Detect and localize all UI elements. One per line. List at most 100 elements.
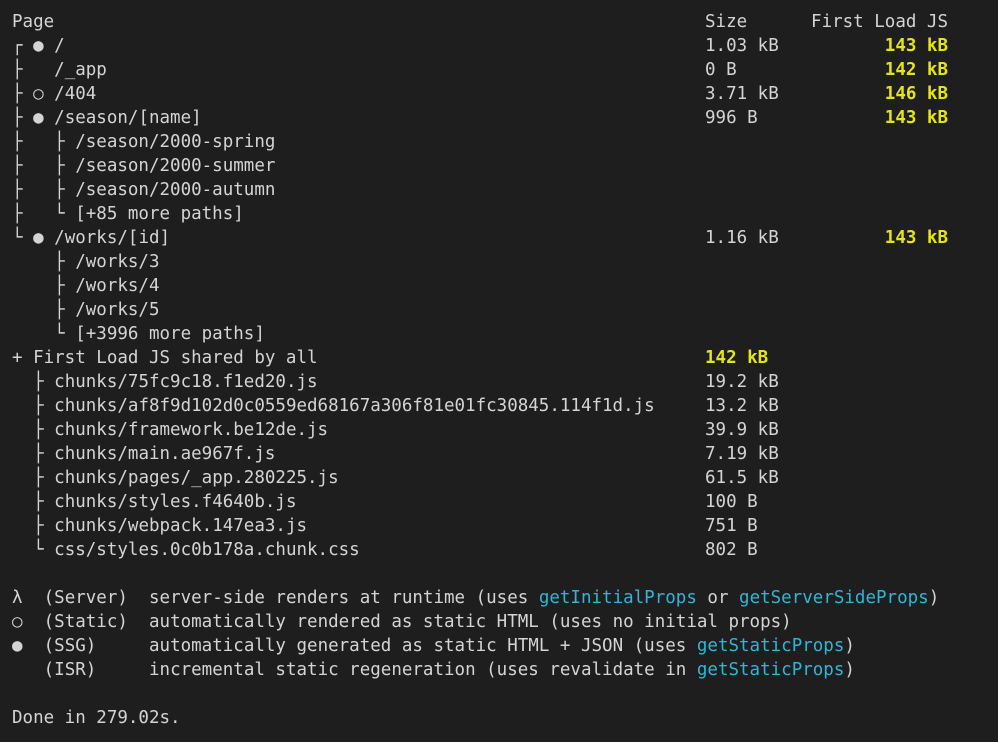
shared-size: 142 kB bbox=[705, 348, 769, 368]
legend-desc-end: ) bbox=[928, 588, 940, 608]
chunk-row: ├ chunks/af8f9d102d0c0559ed68167a306f81e… bbox=[12, 394, 655, 418]
chunk-row: ├ chunks/webpack.147ea3.js bbox=[12, 514, 307, 538]
route-path: /season/2000-autumn bbox=[75, 180, 276, 200]
chunk-size: 39.9 kB bbox=[705, 420, 779, 440]
route-path: [+3996 more paths] bbox=[75, 324, 265, 344]
route-row: └ [+3996 more paths] bbox=[12, 322, 265, 346]
tree-glyph: ├ bbox=[12, 300, 76, 320]
legend-desc: incremental static regeneration (uses re… bbox=[149, 660, 697, 680]
column-header-size: Size bbox=[705, 12, 748, 32]
tree-glyph: └ bbox=[12, 540, 55, 560]
route-first-load: 142 kB bbox=[884, 60, 948, 80]
route-row: ├ /works/3 bbox=[12, 250, 160, 274]
legend-row-static: ○ (Static) automatically rendered as sta… bbox=[12, 610, 792, 634]
chunk-name: chunks/framework.be12de.js bbox=[54, 420, 329, 440]
route-path: / bbox=[54, 36, 65, 56]
route-path: /works/3 bbox=[75, 252, 160, 272]
chunk-name: chunks/75fc9c18.f1ed20.js bbox=[54, 372, 318, 392]
column-header-first-load: First Load JS bbox=[811, 12, 948, 32]
legend-link: getServerSideProps bbox=[739, 588, 929, 608]
route-row: ├ ├ /season/2000-autumn bbox=[12, 178, 275, 202]
chunk-size: 13.2 kB bbox=[705, 396, 779, 416]
legend-mid: or bbox=[696, 588, 740, 608]
route-row: ├ ● /season/[name] bbox=[12, 106, 202, 130]
route-first-load: 143 kB bbox=[884, 36, 948, 56]
column-header-page: Page bbox=[12, 12, 55, 32]
route-size: 1.16 kB bbox=[705, 228, 779, 248]
route-row: ┌ ● / bbox=[12, 34, 65, 58]
legend-link: getStaticProps bbox=[696, 636, 845, 656]
chunk-name: css/styles.0c0b178a.chunk.css bbox=[54, 540, 360, 560]
chunk-size: 19.2 kB bbox=[705, 372, 779, 392]
route-first-load: 146 kB bbox=[884, 84, 948, 104]
tree-glyph: ├ bbox=[12, 516, 55, 536]
route-path: /_app bbox=[54, 60, 107, 80]
route-row: ├ ├ /season/2000-summer bbox=[12, 154, 275, 178]
route-path: /season/2000-summer bbox=[75, 156, 276, 176]
chunk-size: 61.5 kB bbox=[705, 468, 779, 488]
route-path: /works/5 bbox=[75, 300, 160, 320]
hollow-circle-icon: ○ bbox=[12, 612, 23, 632]
chunk-name: chunks/main.ae967f.js bbox=[54, 444, 276, 464]
tree-glyph: ├ bbox=[12, 468, 55, 488]
tree-glyph: ├ ├ bbox=[12, 180, 76, 200]
route-path: /works/[id] bbox=[54, 228, 171, 248]
terminal-output: Page Size First Load JS ┌ ● / 1.03 kB 14… bbox=[0, 0, 998, 742]
tree-glyph: ├ bbox=[12, 60, 55, 80]
chunk-row: ├ chunks/main.ae967f.js bbox=[12, 442, 275, 466]
tree-glyph: ├ ├ bbox=[12, 132, 76, 152]
tree-glyph: ├ bbox=[12, 276, 76, 296]
route-path: /season/[name] bbox=[54, 108, 202, 128]
chunk-row: ├ chunks/75fc9c18.f1ed20.js bbox=[12, 370, 318, 394]
route-row: ├ ├ /season/2000-spring bbox=[12, 130, 275, 154]
tree-glyph: ┌ ● bbox=[12, 36, 55, 56]
legend-kind: (Static) bbox=[43, 612, 128, 632]
route-row: ├ /works/4 bbox=[12, 274, 160, 298]
tree-glyph: ├ ○ bbox=[12, 84, 55, 104]
legend-kind: (ISR) bbox=[43, 660, 97, 680]
route-size: 0 B bbox=[705, 60, 737, 80]
chunk-row: ├ chunks/framework.be12de.js bbox=[12, 418, 328, 442]
chunk-row: ├ chunks/styles.f4640b.js bbox=[12, 490, 296, 514]
chunk-name: chunks/webpack.147ea3.js bbox=[54, 516, 308, 536]
legend-desc: server-side renders at runtime (uses bbox=[149, 588, 539, 608]
route-path: /season/2000-spring bbox=[75, 132, 276, 152]
chunk-name: chunks/styles.f4640b.js bbox=[54, 492, 297, 512]
legend-desc-end: ) bbox=[844, 636, 855, 656]
chunk-row: ├ chunks/pages/_app.280225.js bbox=[12, 466, 339, 490]
route-first-load: 143 kB bbox=[884, 108, 948, 128]
route-path: /404 bbox=[54, 84, 97, 104]
route-row: ├ /works/5 bbox=[12, 298, 160, 322]
legend-row-isr: (ISR) incremental static regeneration (u… bbox=[12, 658, 855, 682]
tree-glyph: └ ● bbox=[12, 228, 55, 248]
chunk-size: 802 B bbox=[705, 540, 758, 560]
tree-glyph: ├ ● bbox=[12, 108, 55, 128]
chunk-size: 751 B bbox=[705, 516, 758, 536]
tree-glyph: ├ bbox=[12, 252, 76, 272]
legend-link: getInitialProps bbox=[538, 588, 697, 608]
route-path: [+85 more paths] bbox=[75, 204, 244, 224]
tree-glyph: ├ bbox=[12, 420, 55, 440]
legend-desc-end: ) bbox=[844, 660, 855, 680]
chunk-row: └ css/styles.0c0b178a.chunk.css bbox=[12, 538, 360, 562]
route-path: /works/4 bbox=[75, 276, 160, 296]
route-first-load: 143 kB bbox=[884, 228, 948, 248]
legend-row-server: λ (Server) server-side renders at runtim… bbox=[12, 586, 939, 610]
legend-link: getStaticProps bbox=[696, 660, 845, 680]
chunk-size: 7.19 kB bbox=[705, 444, 779, 464]
route-row: ├ ○ /404 bbox=[12, 82, 96, 106]
tree-glyph: ├ bbox=[12, 372, 55, 392]
legend-kind: (SSG) bbox=[43, 636, 97, 656]
done-message: Done in 279.02s. bbox=[12, 708, 181, 728]
chunk-name: chunks/af8f9d102d0c0559ed68167a306f81e01… bbox=[54, 396, 655, 416]
tree-glyph: ├ └ bbox=[12, 204, 76, 224]
lambda-icon: λ bbox=[12, 588, 23, 608]
legend-kind: (Server) bbox=[43, 588, 128, 608]
chunk-size: 100 B bbox=[705, 492, 758, 512]
route-size: 996 B bbox=[705, 108, 758, 128]
route-row: └ ● /works/[id] bbox=[12, 226, 170, 250]
route-size: 1.03 kB bbox=[705, 36, 779, 56]
tree-glyph: ├ bbox=[12, 444, 55, 464]
tree-glyph: ├ bbox=[12, 492, 55, 512]
tree-glyph: └ bbox=[12, 324, 76, 344]
